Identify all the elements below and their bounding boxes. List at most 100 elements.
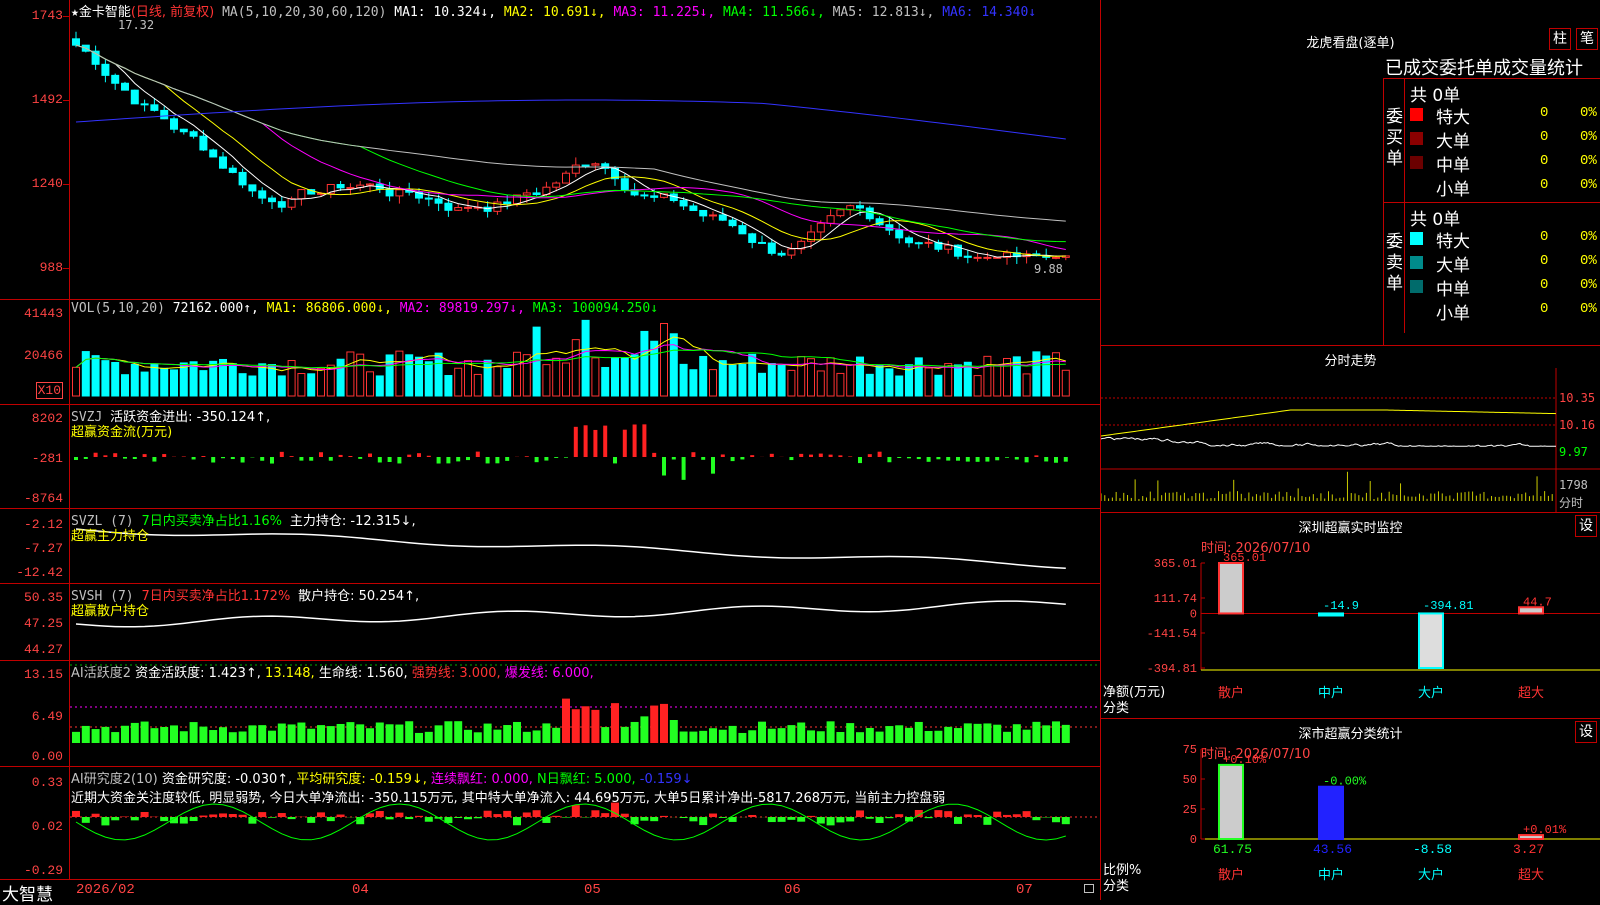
activity-bar [591, 710, 599, 743]
research-bar [405, 817, 413, 819]
volume-bar [474, 374, 481, 396]
svzl-panel[interactable]: -2.12 -7.27 -12.42 SVZL (7) 7日内买卖净占比1.16… [0, 509, 1100, 584]
research-bar [327, 817, 335, 821]
volume-bar [259, 364, 266, 396]
research-bar [317, 812, 325, 817]
svzl-tick: -7.27 [24, 541, 63, 556]
candle-body [739, 226, 746, 234]
kline-header: ★金卡智能(日线, 前复权) MA(5,10,20,30,60,120) MA1… [71, 1, 1036, 20]
category-label: 大户 [1418, 867, 1444, 883]
volume-bar [288, 361, 295, 396]
category-label: 大户 [1418, 685, 1444, 701]
bar-mode-button[interactable]: 柱 [1549, 28, 1571, 50]
value-bar [1319, 613, 1343, 615]
research-bar [601, 813, 609, 817]
candle-body [729, 220, 736, 225]
volume-panel[interactable]: 41443 20466 X10 VOL(5,10,20) 72162.000↑,… [0, 300, 1100, 405]
volume-unit: X10 [36, 382, 63, 399]
svzj-panel[interactable]: 8202 -281 -8764 SVZJ 活跃资金进出: -350.124↑, … [0, 405, 1100, 509]
volume-bar [200, 371, 207, 396]
volume-bar [896, 376, 903, 396]
activity-bar [160, 727, 168, 743]
candlestick-chart[interactable] [70, 0, 1100, 300]
activity-bar [601, 727, 609, 743]
volume-bar [92, 356, 99, 396]
candle-body [337, 184, 344, 187]
research-bar [337, 815, 345, 817]
research-bar [395, 813, 403, 817]
category-label: 超大 [1518, 868, 1544, 883]
ma4-value: MA4: 11.566↓, [723, 5, 825, 20]
volume-bar [847, 365, 854, 396]
research-bar [278, 813, 286, 817]
activity-bar [415, 733, 423, 743]
flow-bar [103, 455, 107, 457]
research-bar [111, 817, 119, 820]
buy-row: 大单00% [1410, 127, 1600, 151]
flow-bar [456, 457, 460, 461]
activity-bar [572, 709, 580, 743]
bar-value-label: 365.01 [1223, 551, 1266, 565]
y-tick-label: -394.81 [1147, 662, 1197, 676]
svzj-tick: -8764 [24, 491, 63, 506]
volume-bar [504, 369, 511, 396]
activity-bar [180, 731, 188, 743]
flow-bar [623, 430, 627, 457]
volume-bar [788, 370, 795, 396]
flow-bar [397, 457, 401, 463]
candle-body [171, 119, 178, 129]
volume-bar [1062, 370, 1069, 396]
research-bar [1003, 815, 1011, 817]
svsh-ratio: 7日内买卖净占比1.172% [141, 589, 290, 604]
flow-bar [701, 457, 705, 460]
flow-bar [427, 456, 431, 457]
svzl-subtitle: 超赢主力持仓 [71, 525, 149, 544]
intraday-vol-label: 分时 [1559, 494, 1583, 511]
research-bar [493, 814, 501, 817]
flow-bar [94, 453, 98, 457]
activity-bar [885, 726, 893, 743]
buy-count: 0 [1540, 153, 1548, 169]
candle-body [386, 189, 393, 196]
ai-activity-panel[interactable]: 13.15 6.49 0.00 AI活跃度2 资金活跃度: 1.423↑, 13… [0, 661, 1100, 767]
activity-bar [934, 731, 942, 743]
stroke-mode-button[interactable]: 笔 [1576, 28, 1598, 50]
activity-bar [464, 730, 472, 743]
vol-ma1: MA1: 86806.000↓, [267, 301, 392, 316]
flow-bar [672, 457, 676, 460]
activity-bar [797, 723, 805, 743]
sell-row: 特大00% [1410, 227, 1600, 251]
intraday-panel[interactable]: 分时走势 10.35 10.16 9.97 1798 分时 [1100, 345, 1600, 512]
sell-pct: 0% [1580, 229, 1597, 245]
candle-body [1053, 257, 1060, 258]
volume-bar [631, 355, 638, 396]
candle-body [288, 199, 295, 208]
volume-bar [641, 331, 648, 396]
flow-bar [868, 454, 872, 457]
flow-bar [221, 457, 225, 458]
candle-body [298, 190, 305, 199]
buy-swatch [1410, 180, 1423, 193]
volume-bar [661, 323, 668, 396]
activity-bar [248, 725, 256, 743]
svsh-panel[interactable]: 50.35 47.25 44.27 SVSH (7) 7日内买卖净占比1.172… [0, 584, 1100, 661]
flow-bar [750, 455, 754, 457]
flow-bar [711, 457, 715, 474]
intraday-tick: 10.16 [1559, 418, 1595, 432]
intraday-chart[interactable] [1101, 346, 1600, 513]
activity-bar [346, 722, 354, 743]
ma6-value: MA6: 14.340↓ [942, 5, 1036, 20]
candle-body [210, 150, 217, 157]
lock-icon[interactable] [1084, 884, 1094, 893]
candle-body [651, 196, 658, 197]
ai-research-panel[interactable]: 0.33 0.02 -0.29 AI研究度2(10) 资金研究度: -0.030… [0, 767, 1100, 880]
activity-bar [542, 723, 550, 743]
burst-line: 爆发线: 6.000, [505, 666, 594, 681]
buy-row: 特大00% [1410, 103, 1600, 127]
flow-bar [809, 455, 813, 457]
activity-bar [660, 704, 668, 743]
kline-panel[interactable]: 1743 1492 1240 988 ★金卡智能(日线, 前复权) MA(5,1… [0, 0, 1100, 300]
volume-bar [582, 320, 589, 396]
ai-activity-tick: 0.00 [32, 749, 63, 764]
intraday-tick: 9.97 [1559, 445, 1588, 459]
